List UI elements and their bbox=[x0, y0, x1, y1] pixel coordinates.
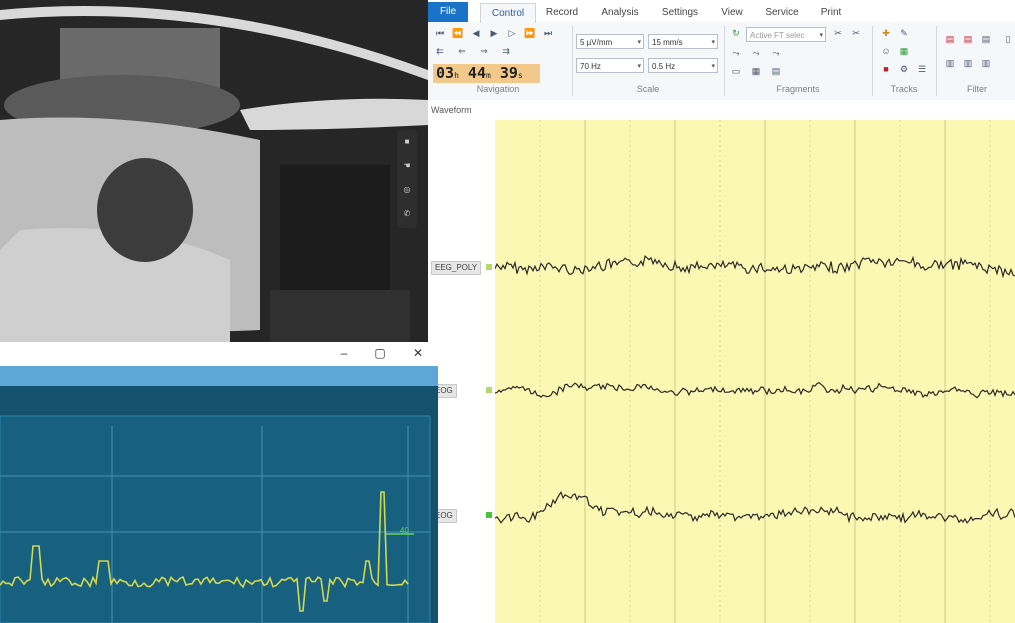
monitor-titlebar: – ▢ ✕ bbox=[0, 342, 438, 366]
camera-icon[interactable]: ■ bbox=[397, 130, 417, 154]
monitor-header-stripe bbox=[0, 366, 438, 386]
elapsed-timer: 03h 44m 39s bbox=[433, 64, 540, 83]
speed-select[interactable]: 15 mm/s ▾ bbox=[648, 34, 718, 49]
chevron-down-icon: ▾ bbox=[711, 39, 715, 46]
channel-marker bbox=[486, 512, 492, 518]
group-label-fragments: Fragments bbox=[776, 84, 820, 94]
divider bbox=[572, 26, 573, 96]
last-icon[interactable]: ⏭ bbox=[542, 28, 554, 39]
waveform-header: Waveform bbox=[428, 100, 1015, 120]
rewind-icon[interactable]: ⏪ bbox=[452, 28, 464, 39]
divider bbox=[724, 26, 725, 96]
high-filter-select[interactable]: 70 Hz ▾ bbox=[576, 58, 644, 73]
play-icon[interactable]: ▶ bbox=[488, 28, 500, 39]
sensitivity-value: 5 µV/mm bbox=[580, 38, 613, 47]
fragment-icon[interactable]: ⤳ bbox=[770, 48, 782, 59]
fragment-icon[interactable]: ⤳ bbox=[750, 48, 762, 59]
track-grid-icon[interactable]: ▦ bbox=[898, 46, 910, 57]
monitor-marker-label: 40 bbox=[400, 526, 409, 535]
page-back-icon[interactable]: ⇐ bbox=[456, 46, 468, 57]
channel-label-eeg-poly[interactable]: EEG_POLY bbox=[431, 261, 482, 275]
speed-value: 15 mm/s bbox=[652, 38, 683, 47]
mic-icon[interactable]: ◎ bbox=[397, 178, 417, 202]
tab-record[interactable]: Record bbox=[540, 3, 584, 22]
video-frame-image bbox=[0, 0, 428, 342]
fragment-tool-icon[interactable]: ✂ bbox=[832, 28, 844, 39]
forward-icon[interactable]: ⏩ bbox=[524, 28, 536, 39]
timer-seconds-unit: s bbox=[517, 71, 523, 80]
channel-marker bbox=[486, 387, 492, 393]
video-feed[interactable]: ■ ☚ ◎ ✆ bbox=[0, 0, 428, 342]
chevron-down-icon: ▾ bbox=[637, 63, 641, 70]
tab-file[interactable]: File bbox=[428, 2, 468, 22]
group-label-scale: Scale bbox=[636, 84, 660, 94]
channel-label-column bbox=[428, 120, 495, 623]
high-filter-value: 70 Hz bbox=[580, 62, 601, 71]
close-icon[interactable]: ✕ bbox=[410, 346, 426, 360]
track-edit-icon[interactable]: ✎ bbox=[898, 28, 910, 39]
divider bbox=[936, 26, 937, 96]
step-back-icon[interactable]: ◀ bbox=[470, 28, 482, 39]
track-list-icon[interactable]: ☰ bbox=[916, 64, 928, 75]
fragment-icon[interactable]: ▭ bbox=[730, 66, 742, 77]
filter-icon[interactable]: ▤ bbox=[962, 34, 974, 45]
filter-icon[interactable]: ▥ bbox=[980, 58, 992, 69]
step-forward-icon[interactable]: ▷ bbox=[506, 28, 518, 39]
pan-icon[interactable]: ☚ bbox=[397, 154, 417, 178]
fragment-select-value: Active FT selec bbox=[750, 31, 805, 40]
fragment-icon[interactable]: ⤳ bbox=[730, 48, 742, 59]
fragment-tool-icon[interactable]: ✂ bbox=[850, 28, 862, 39]
monitor-plot[interactable]: 40 bbox=[0, 386, 438, 623]
tab-control[interactable]: Control bbox=[480, 3, 536, 23]
tab-settings[interactable]: Settings bbox=[656, 3, 704, 22]
low-filter-select[interactable]: 0.5 Hz ▾ bbox=[648, 58, 718, 73]
divider bbox=[872, 26, 873, 96]
timer-seconds: 39 bbox=[499, 64, 518, 82]
fragment-icon[interactable]: ▦ bbox=[750, 66, 762, 77]
fragment-select[interactable]: Active FT selec ▾ bbox=[746, 27, 826, 42]
waveform-plot[interactable] bbox=[495, 120, 1015, 623]
timer-hours-unit: h bbox=[454, 71, 459, 80]
timer-minutes-unit: m bbox=[485, 71, 491, 80]
video-toolbar: ■ ☚ ◎ ✆ bbox=[397, 130, 417, 228]
waveform-background bbox=[495, 120, 1015, 623]
maximize-icon[interactable]: ▢ bbox=[372, 346, 388, 360]
jump-back-icon[interactable]: ⇇ bbox=[434, 46, 446, 57]
filter-icon[interactable]: ▤ bbox=[944, 34, 956, 45]
track-record-icon[interactable]: ■ bbox=[880, 64, 892, 75]
chevron-down-icon: ▾ bbox=[819, 32, 823, 39]
fragment-icon[interactable]: ▤ bbox=[770, 66, 782, 77]
tab-print[interactable]: Print bbox=[814, 3, 848, 22]
tab-analysis[interactable]: Analysis bbox=[596, 3, 644, 22]
jump-forward-icon[interactable]: ⇉ bbox=[500, 46, 512, 57]
track-user-icon[interactable]: ☺ bbox=[880, 46, 892, 57]
ribbon-tabs: File Control Record Analysis Settings Vi… bbox=[428, 0, 1015, 23]
group-label-navigation: Navigation bbox=[476, 84, 520, 94]
ribbon-toolbar: File Control Record Analysis Settings Vi… bbox=[428, 0, 1015, 101]
first-icon[interactable]: ⏮ bbox=[434, 28, 446, 39]
page-forward-icon[interactable]: ⇒ bbox=[478, 46, 490, 57]
filter-icon[interactable]: ▥ bbox=[944, 58, 956, 69]
track-gear-icon[interactable]: ⚙ bbox=[898, 64, 910, 75]
tab-service[interactable]: Service bbox=[760, 3, 804, 22]
monitor-window: – ▢ ✕ 40 bbox=[0, 342, 438, 623]
refresh-icon[interactable]: ↻ bbox=[730, 28, 742, 39]
tab-view[interactable]: View bbox=[716, 3, 748, 22]
chevron-down-icon: ▾ bbox=[711, 63, 715, 70]
minimize-icon[interactable]: – bbox=[336, 346, 352, 360]
low-filter-value: 0.5 Hz bbox=[652, 62, 676, 71]
group-label-filter: Filter bbox=[967, 84, 987, 94]
filter-extra-icon[interactable]: ▯ bbox=[1002, 34, 1014, 45]
filter-icon[interactable]: ▥ bbox=[962, 58, 974, 69]
channel-marker bbox=[486, 264, 492, 270]
filter-icon[interactable]: ▤ bbox=[980, 34, 992, 45]
track-add-icon[interactable]: ✚ bbox=[880, 28, 892, 39]
chevron-down-icon: ▾ bbox=[637, 39, 641, 46]
timer-minutes: 44 bbox=[467, 64, 486, 82]
timer-hours: 03 bbox=[436, 64, 455, 82]
phone-icon[interactable]: ✆ bbox=[397, 202, 417, 226]
sensitivity-select[interactable]: 5 µV/mm ▾ bbox=[576, 34, 644, 49]
group-label-tracks: Tracks bbox=[890, 84, 918, 94]
